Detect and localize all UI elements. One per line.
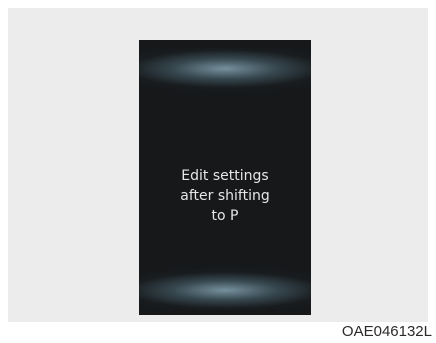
display-message: Edit settings after shifting to P	[139, 166, 311, 226]
figure-code: OAE046132L	[341, 323, 432, 340]
bottom-glow-bar	[139, 266, 311, 310]
message-line-1: Edit settings	[181, 168, 269, 184]
top-glow-bar	[139, 48, 311, 94]
cluster-display-screen: Edit settings after shifting to P	[139, 40, 311, 315]
message-line-3: to P	[211, 208, 239, 224]
message-line-2: after shifting	[180, 188, 270, 204]
